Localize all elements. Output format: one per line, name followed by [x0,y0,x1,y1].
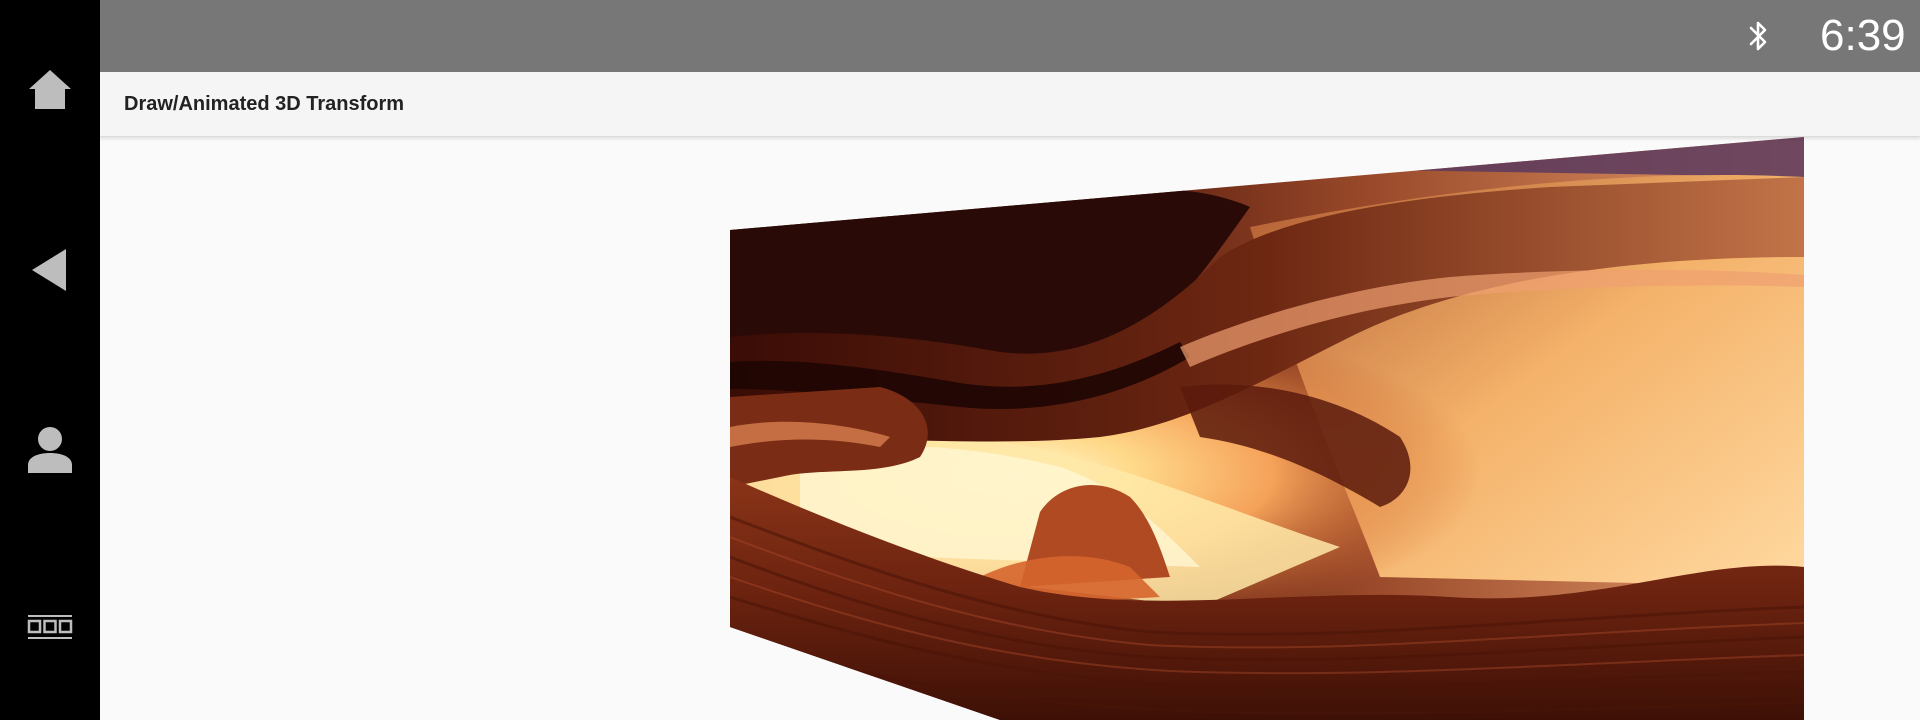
status-clock: 6:39 PM [1820,11,1906,112]
person-icon [28,427,72,473]
back-triangle-icon [32,249,66,291]
bluetooth-icon [1749,21,1767,51]
app-grid-button[interactable] [0,584,100,674]
user-button[interactable] [0,405,100,495]
content-area [100,137,1920,720]
home-icon [29,70,71,109]
app-bar: Draw/Animated 3D Transform [100,72,1920,137]
status-bar: 6:39 PM [100,0,1920,112]
back-button[interactable] [0,225,100,315]
apps-grid-icon [27,615,73,639]
transformed-canyon-image [730,137,1804,720]
page-title: Draw/Animated 3D Transform [124,93,405,115]
nav-rail [0,0,100,720]
home-button[interactable] [0,45,100,135]
